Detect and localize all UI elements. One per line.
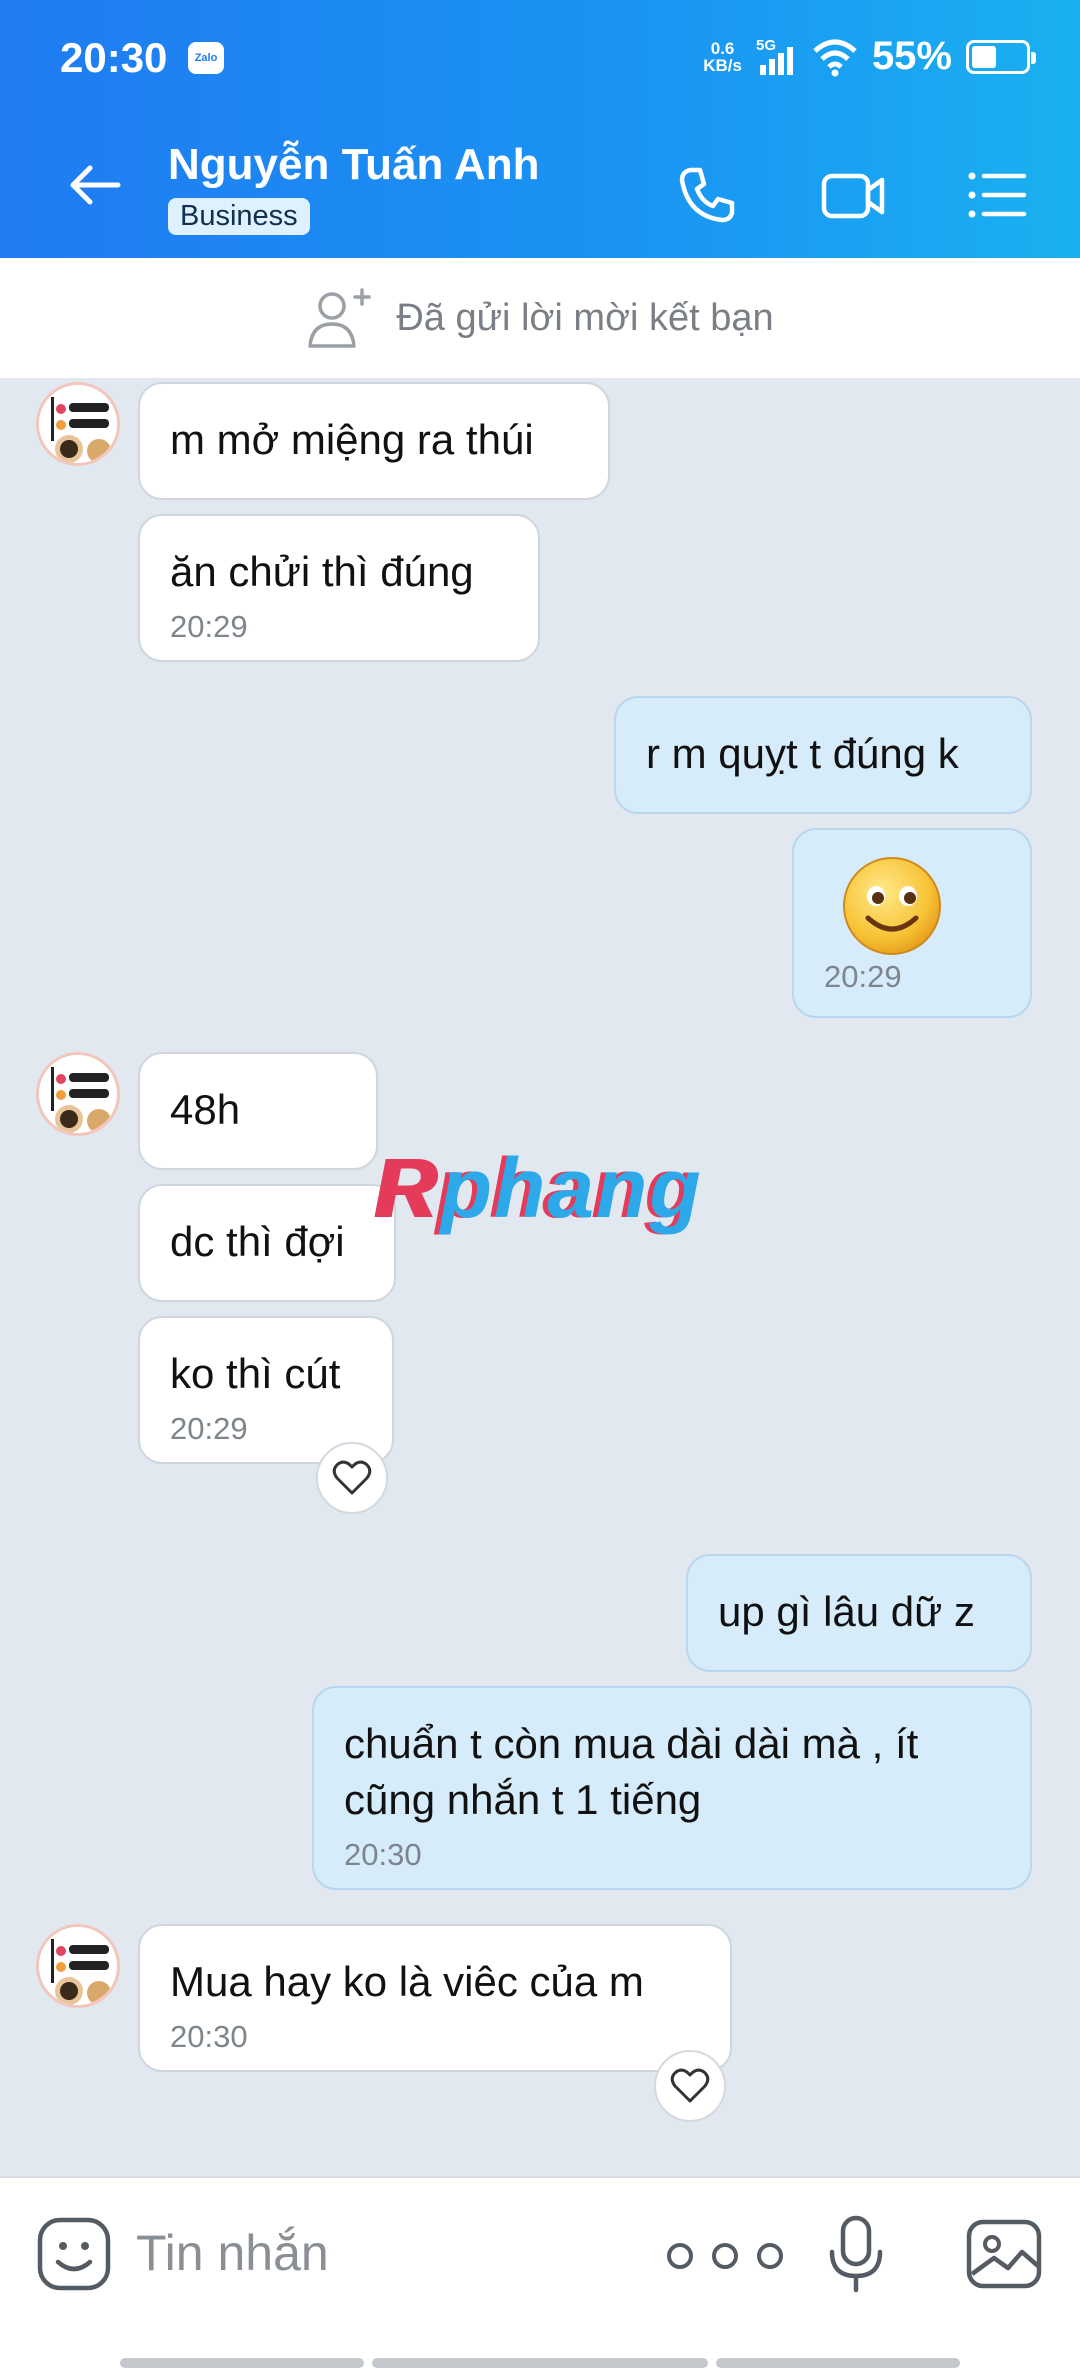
contact-avatar[interactable] — [36, 1052, 120, 1136]
message-bubble-sent[interactable]: 20:29 — [792, 828, 1032, 1018]
message-text: m mở miệng ra thúi — [170, 416, 534, 463]
message-text: 48h — [170, 1086, 241, 1133]
network-speed: 0.6 KB/s — [703, 40, 742, 74]
status-time: 20:30 — [60, 34, 168, 81]
contact-avatar[interactable] — [36, 1924, 120, 2008]
message-text: Mua hay ko là viêc của m — [170, 1958, 644, 2005]
message-time: 20:29 — [170, 609, 248, 644]
video-call-icon[interactable] — [818, 160, 888, 230]
message-text: r m quỵt t đúng k — [646, 730, 959, 777]
image-gallery-icon[interactable] — [964, 2214, 1044, 2294]
system-nav-bar — [0, 2326, 1080, 2376]
message-input[interactable] — [136, 2218, 596, 2288]
watermark-letter: R — [378, 1141, 441, 1235]
message-text: up gì lâu dữ z — [718, 1588, 975, 1635]
smile-emoji-icon — [843, 857, 941, 955]
network-speed-unit: KB/s — [703, 55, 742, 75]
nav-segment[interactable] — [372, 2358, 708, 2368]
status-icons: 0.6 KB/s 5G 55% — [703, 34, 1036, 79]
react-heart-button[interactable] — [316, 1442, 388, 1514]
message-time: 20:29 — [170, 1411, 248, 1446]
contact-avatar[interactable] — [36, 382, 120, 466]
avatar-image — [39, 1927, 117, 2005]
header-bar: 20:30 Zalo 0.6 KB/s 5G 55% Nguyễn Tuấn A… — [0, 0, 1080, 258]
cellular-signal-icon: 5G — [756, 37, 793, 75]
message-bubble-received[interactable]: ăn chửi thì đúng 20:29 — [138, 514, 540, 662]
message-bubble-sent[interactable]: chuẩn t còn mua dài dài mà , ít cũng nhắ… — [312, 1686, 1032, 1890]
friend-request-text: Đã gửi lời mời kết bạn — [396, 296, 774, 339]
back-arrow-icon[interactable] — [60, 150, 130, 220]
react-heart-button[interactable] — [654, 2050, 726, 2122]
message-text: dc thì đợi — [170, 1218, 345, 1265]
battery-percent: 55% — [871, 34, 952, 78]
nav-segment[interactable] — [120, 2358, 364, 2368]
network-type-label: 5G — [756, 37, 776, 54]
message-text: ko thì cút — [170, 1350, 341, 1397]
phone-call-icon[interactable] — [672, 160, 742, 230]
business-badge: Business — [168, 198, 310, 235]
message-time: 20:29 — [824, 959, 902, 994]
avatar-image — [39, 1055, 117, 1133]
network-speed-value: 0.6 — [710, 38, 735, 58]
message-bubble-sent[interactable]: r m quỵt t đúng k — [614, 696, 1032, 814]
message-bubble-received[interactable]: m mở miệng ra thúi — [138, 382, 610, 500]
heart-icon — [332, 1460, 372, 1495]
wifi-icon — [813, 39, 857, 76]
message-composer — [0, 2176, 1080, 2326]
emoji-sticker-icon[interactable] — [36, 2216, 112, 2292]
watermark-word: phang — [440, 1141, 703, 1235]
message-bubble-received[interactable]: 48h — [138, 1052, 378, 1170]
more-options-icon[interactable] — [660, 2236, 790, 2276]
message-bubble-received[interactable]: dc thì đợi — [138, 1184, 396, 1302]
message-text: chuẩn t còn mua dài dài mà , ít cũng nhắ… — [344, 1720, 919, 1823]
nav-segment[interactable] — [716, 2358, 960, 2368]
friend-request-bar: Đã gửi lời mời kết bạn — [0, 258, 1080, 378]
heart-icon — [670, 2068, 710, 2103]
microphone-icon[interactable] — [824, 2214, 888, 2294]
avatar-image — [39, 385, 117, 463]
add-friend-icon — [308, 288, 372, 348]
message-bubble-received[interactable]: Mua hay ko là viêc của m 20:30 — [138, 1924, 732, 2072]
zalo-notification-icon: Zalo — [188, 42, 224, 74]
menu-list-icon[interactable] — [962, 160, 1032, 230]
contact-name[interactable]: Nguyễn Tuấn Anh — [168, 140, 540, 190]
message-time: 20:30 — [344, 1837, 422, 1872]
watermark-logo: Rphang — [378, 1140, 703, 1237]
battery-icon — [966, 39, 1036, 74]
message-time: 20:30 — [170, 2019, 248, 2054]
message-text: ăn chửi thì đúng — [170, 548, 474, 595]
message-bubble-sent[interactable]: up gì lâu dữ z — [686, 1554, 1032, 1672]
